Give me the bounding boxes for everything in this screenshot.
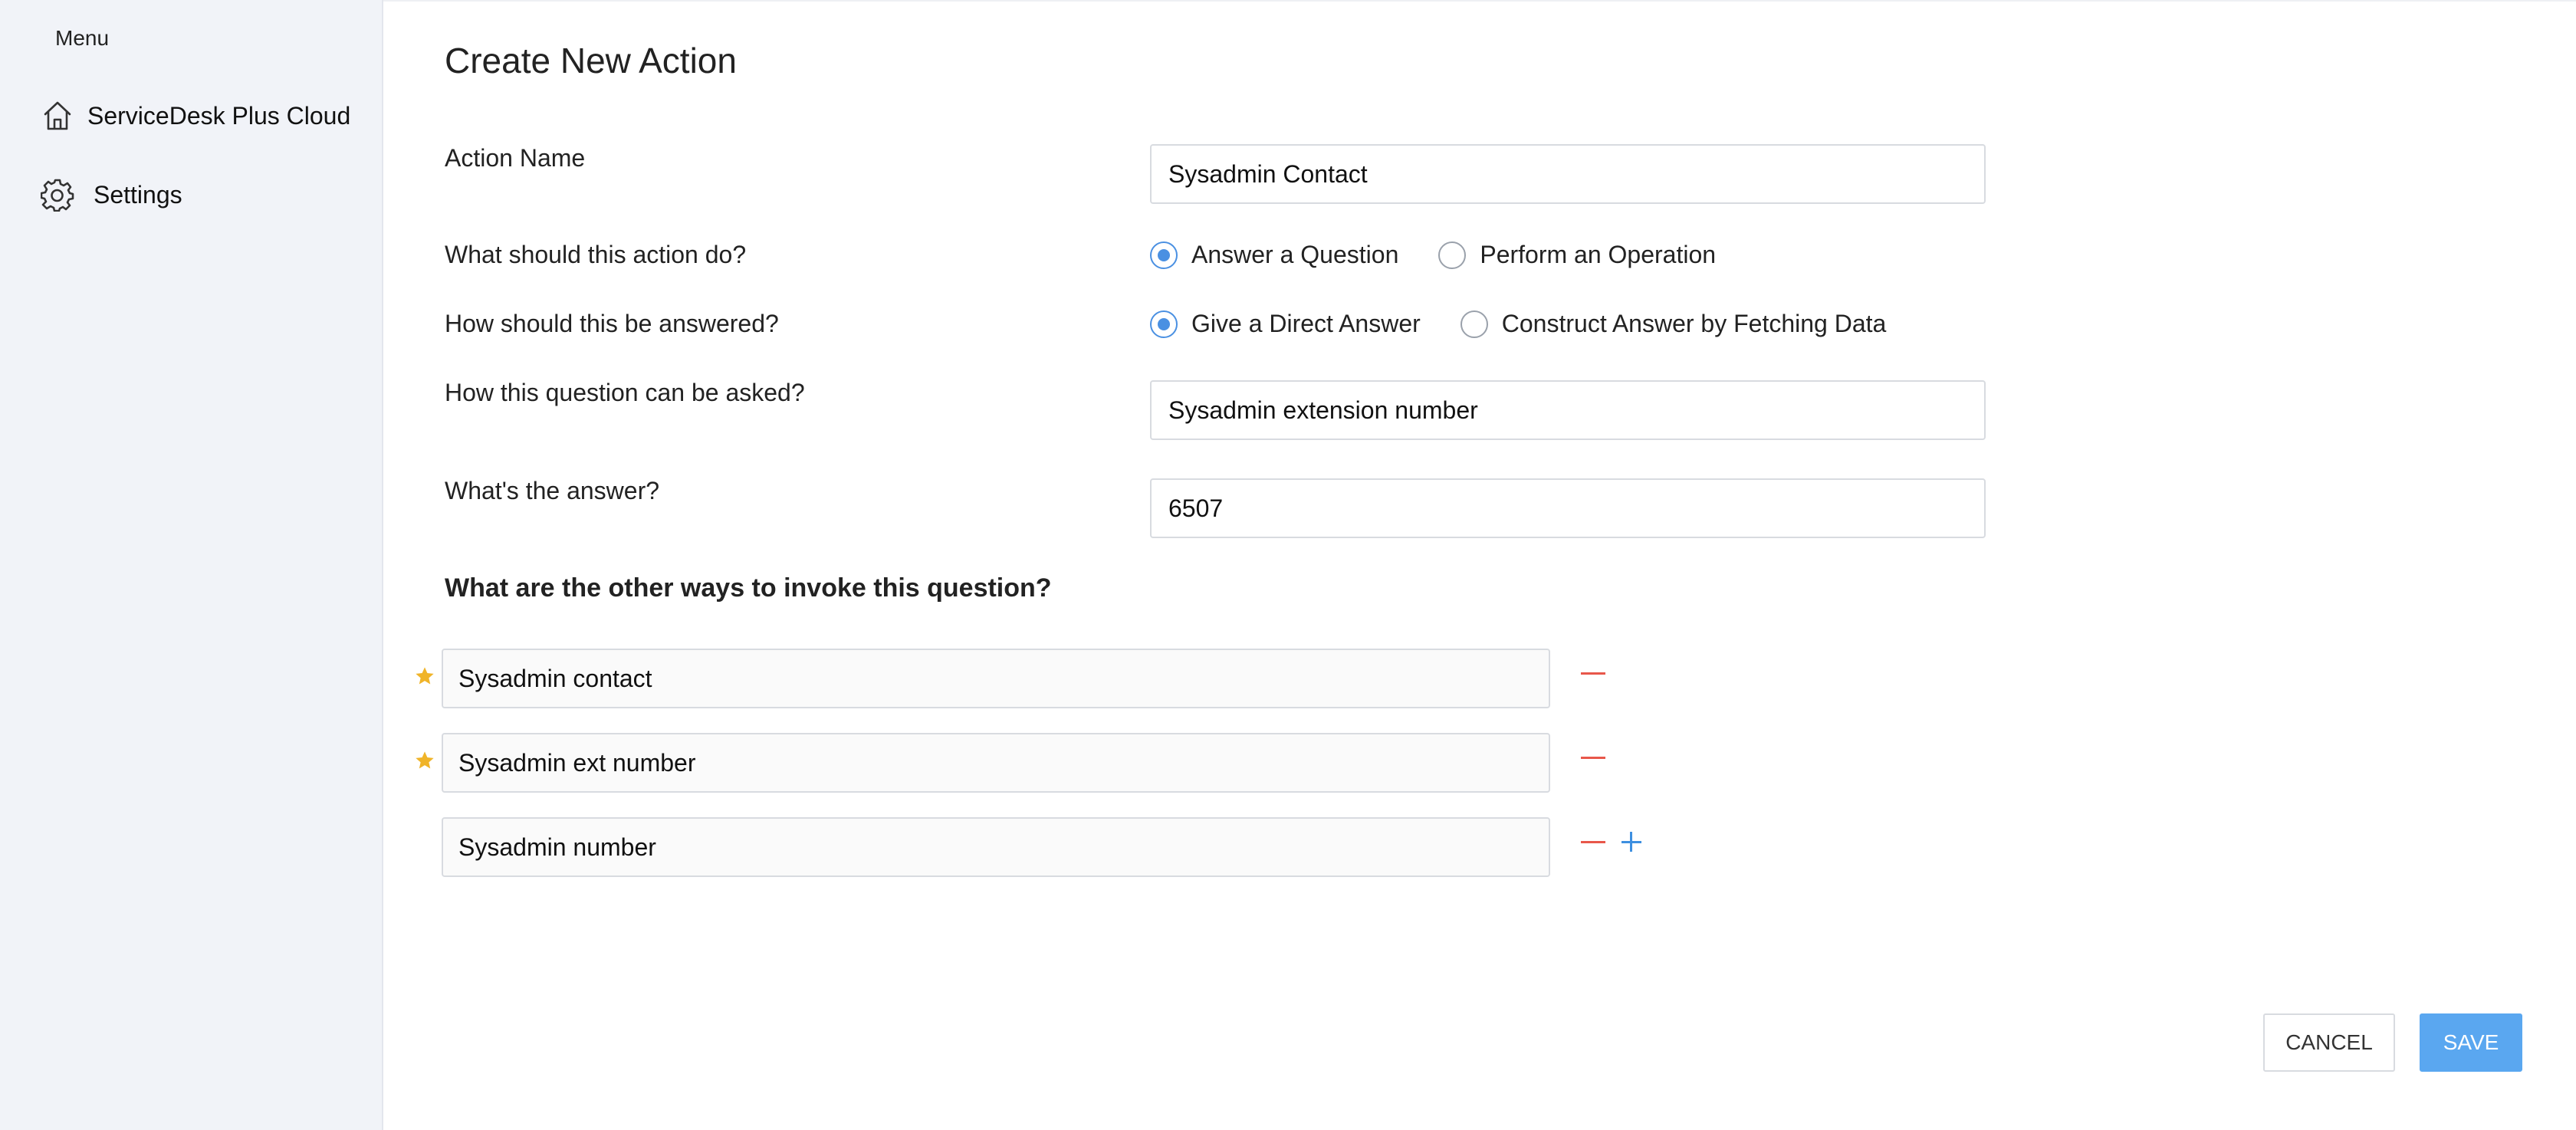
sidebar: Menu ServiceDesk Plus Cloud Settings bbox=[0, 0, 383, 1130]
radio-label: Answer a Question bbox=[1191, 241, 1399, 268]
radio-direct-answer[interactable]: Give a Direct Answer bbox=[1150, 310, 1421, 338]
answer-type-radio-group: Give a Direct Answer Construct Answer by… bbox=[1150, 310, 1926, 338]
radio-checked-icon bbox=[1150, 241, 1178, 269]
radio-label: Give a Direct Answer bbox=[1191, 310, 1421, 337]
add-icon[interactable] bbox=[1618, 828, 1645, 856]
alternative-row bbox=[414, 649, 1717, 708]
answer-label: What's the answer? bbox=[445, 477, 660, 504]
alternative-input[interactable] bbox=[442, 649, 1550, 708]
radio-label: Construct Answer by Fetching Data bbox=[1501, 310, 1887, 337]
home-icon bbox=[40, 98, 75, 133]
sidebar-item-servicedesk[interactable]: ServiceDesk Plus Cloud bbox=[40, 98, 350, 133]
answer-type-label: How should this be answered? bbox=[445, 310, 779, 337]
radio-checked-icon bbox=[1150, 310, 1178, 338]
alternative-row bbox=[414, 817, 1717, 877]
sidebar-item-settings[interactable]: Settings bbox=[40, 177, 182, 212]
action-type-label: What should this action do? bbox=[445, 241, 747, 268]
menu-title: Menu bbox=[55, 26, 110, 50]
alternative-row bbox=[414, 733, 1717, 793]
action-type-radio-group: Answer a Question Perform an Operation bbox=[1150, 241, 1756, 269]
cancel-button[interactable]: CANCEL bbox=[2263, 1013, 2395, 1072]
alternative-input[interactable] bbox=[442, 817, 1550, 877]
alternatives-heading: What are the other ways to invoke this q… bbox=[445, 573, 1052, 603]
alternative-input[interactable] bbox=[442, 733, 1550, 793]
radio-fetch-data[interactable]: Construct Answer by Fetching Data bbox=[1460, 310, 1887, 338]
star-icon bbox=[414, 665, 435, 687]
radio-perform-operation[interactable]: Perform an Operation bbox=[1438, 241, 1716, 269]
radio-unchecked-icon bbox=[1460, 310, 1488, 338]
save-button[interactable]: SAVE bbox=[2420, 1013, 2522, 1072]
radio-label: Perform an Operation bbox=[1480, 241, 1717, 268]
answer-input[interactable] bbox=[1150, 478, 1986, 538]
remove-icon[interactable] bbox=[1579, 659, 1607, 687]
action-name-input[interactable] bbox=[1150, 144, 1986, 204]
remove-icon[interactable] bbox=[1579, 744, 1607, 771]
page-title: Create New Action bbox=[445, 41, 737, 80]
remove-icon[interactable] bbox=[1579, 828, 1607, 856]
gear-icon bbox=[40, 177, 75, 212]
top-divider bbox=[383, 0, 2576, 2]
star-icon bbox=[414, 750, 435, 771]
sidebar-item-label: Settings bbox=[94, 180, 182, 209]
question-label: How this question can be asked? bbox=[445, 379, 805, 406]
question-input[interactable] bbox=[1150, 380, 1986, 440]
radio-unchecked-icon bbox=[1438, 241, 1467, 269]
sidebar-item-label: ServiceDesk Plus Cloud bbox=[87, 101, 351, 130]
radio-answer-question[interactable]: Answer a Question bbox=[1150, 241, 1398, 269]
action-name-label: Action Name bbox=[445, 144, 586, 172]
